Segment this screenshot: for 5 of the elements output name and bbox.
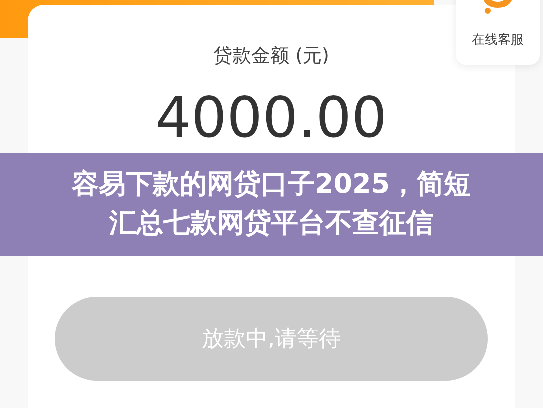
loan-amount-label: 贷款金额 (元)	[214, 44, 330, 69]
banner-title: 容易下款的网贷口子2025，简短	[72, 169, 472, 202]
loan-amount: 4000.00	[156, 91, 388, 147]
banner-title: 汇总七款网贷平台不查征信	[110, 208, 434, 240]
customer-service-button[interactable]: 在线客服	[456, 0, 540, 65]
